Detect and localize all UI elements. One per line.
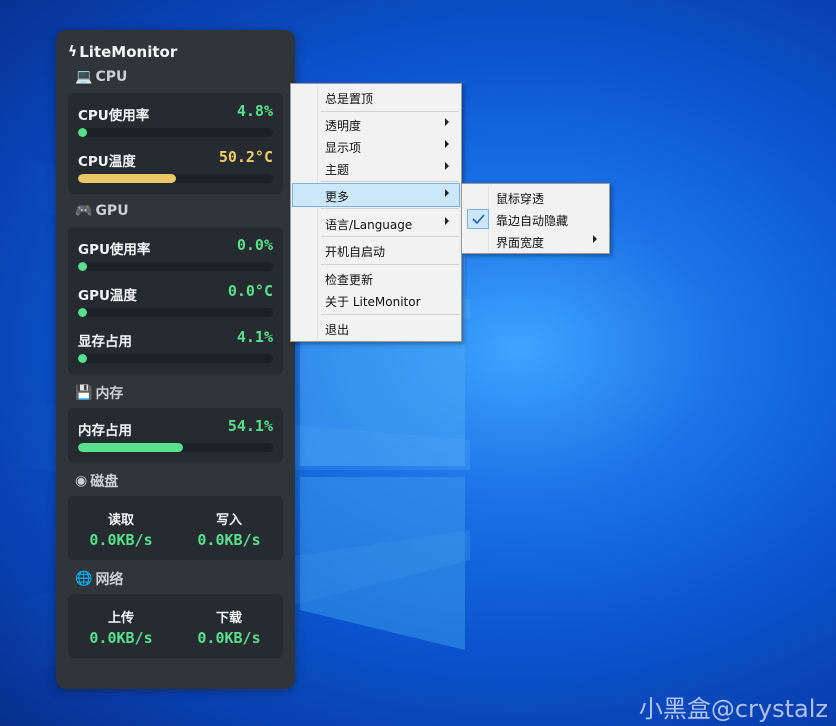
litemonitor-panel[interactable]: ϟ LiteMonitor 💻 CPU CPU使用率 4.8% CPU温度 50…	[56, 30, 295, 689]
network-upload-value: 0.0KB/s	[89, 629, 153, 647]
app-title: ϟ LiteMonitor	[68, 43, 177, 61]
submenu-more: 鼠标穿透 靠边自动隐藏 界面宽度	[461, 183, 610, 254]
submenu-arrow-icon	[445, 140, 449, 148]
menu-item-ui-width[interactable]: 界面宽度	[464, 230, 607, 252]
cpu-temp-label: CPU温度	[78, 154, 136, 170]
menu-item-opacity[interactable]: 透明度	[293, 113, 459, 135]
gpu-usage-label: GPU使用率	[78, 242, 151, 258]
cpu-temp-bar-fill	[78, 174, 176, 183]
section-network-label: 网络	[95, 572, 124, 588]
context-menu: 总是置顶 透明度 显示项 主题 更多 语言/Language 开机自启动 检查更…	[290, 83, 462, 342]
network-download-label: 下载	[215, 611, 242, 626]
gpu-usage-bar	[78, 262, 273, 271]
menu-item-label: 开机自启动	[325, 245, 386, 259]
menu-item-label: 总是置顶	[325, 92, 374, 106]
cpu-usage-value: 4.8%	[236, 102, 273, 120]
menu-item-about[interactable]: 关于 LiteMonitor	[293, 289, 459, 311]
menu-item-exit[interactable]: 退出	[293, 317, 459, 339]
submenu-arrow-icon	[445, 118, 449, 126]
menu-separator	[321, 264, 459, 265]
memory-card: 内存占用 54.1%	[68, 408, 283, 463]
section-cpu: 💻 CPU	[75, 69, 127, 85]
cpu-usage-bar-fill	[78, 128, 88, 137]
gpu-temp-bar	[78, 308, 273, 317]
cpu-usage-bar	[78, 128, 273, 137]
disk-icon: ◉	[75, 473, 88, 489]
menu-item-label: 退出	[325, 323, 350, 337]
vram-usage-value: 4.1%	[236, 328, 273, 346]
menu-item-label: 界面宽度	[496, 236, 545, 250]
submenu-arrow-icon	[593, 235, 597, 243]
globe-icon: 🌐	[75, 571, 93, 587]
gpu-usage-bar-fill	[78, 262, 87, 271]
menu-item-label: 显示项	[325, 141, 362, 155]
gpu-card: GPU使用率 0.0% GPU温度 0.0°C 显存占用 4.1%	[68, 227, 283, 375]
section-gpu-label: GPU	[95, 203, 129, 219]
disk-write-label: 写入	[215, 513, 242, 528]
gpu-temp-bar-fill	[78, 308, 87, 317]
menu-item-more[interactable]: 更多	[292, 183, 460, 207]
gpu-temp-value: 0.0°C	[227, 282, 273, 300]
menu-item-check-update[interactable]: 检查更新	[293, 267, 459, 289]
vram-usage-label: 显存占用	[78, 334, 132, 350]
menu-item-label: 透明度	[325, 119, 362, 133]
menu-separator	[321, 208, 459, 209]
menu-separator	[321, 181, 459, 182]
submenu-arrow-icon	[445, 189, 449, 197]
menu-item-auto-hide-edge[interactable]: 靠边自动隐藏	[464, 208, 607, 230]
network-upload-label: 上传	[107, 611, 134, 626]
submenu-arrow-icon	[445, 162, 449, 170]
section-network: 🌐 网络	[75, 569, 123, 589]
menu-item-label: 关于 LiteMonitor	[325, 295, 421, 309]
memory-usage-bar-fill	[78, 443, 184, 452]
section-memory: 💾 内存	[75, 383, 123, 403]
section-disk-label: 磁盘	[90, 474, 119, 490]
vram-usage-bar	[78, 354, 273, 363]
cpu-usage-label: CPU使用率	[78, 108, 150, 124]
network-card: 上传 0.0KB/s 下载 0.0KB/s	[68, 594, 283, 658]
menu-item-label: 更多	[325, 190, 350, 204]
menu-item-label: 检查更新	[325, 273, 374, 287]
app-title-text: LiteMonitor	[79, 43, 178, 61]
memory-usage-bar	[78, 443, 273, 452]
menu-item-label: 语言/Language	[325, 218, 413, 232]
watermark: 小黑盒@crystalz	[638, 695, 828, 723]
menu-separator	[321, 314, 459, 315]
cpu-card: CPU使用率 4.8% CPU温度 50.2°C	[68, 93, 283, 194]
menu-item-display-items[interactable]: 显示项	[293, 135, 459, 157]
vram-usage-bar-fill	[78, 354, 87, 363]
network-download-value: 0.0KB/s	[197, 629, 261, 647]
gamepad-icon: 🎮	[75, 203, 93, 219]
menu-item-label: 鼠标穿透	[496, 192, 545, 206]
menu-item-autostart[interactable]: 开机自启动	[293, 239, 459, 261]
disk-read-value: 0.0KB/s	[89, 531, 153, 549]
menu-item-click-through[interactable]: 鼠标穿透	[464, 186, 607, 208]
menu-separator	[321, 111, 459, 112]
lightning-icon: ϟ	[68, 44, 78, 60]
disk-write-value: 0.0KB/s	[197, 531, 261, 549]
disk-read-label: 读取	[107, 513, 134, 528]
checkmark-icon	[467, 209, 489, 229]
submenu-arrow-icon	[445, 217, 449, 225]
menu-item-label: 主题	[325, 163, 350, 177]
gpu-temp-label: GPU温度	[78, 288, 137, 304]
menu-item-theme[interactable]: 主题	[293, 157, 459, 179]
section-memory-label: 内存	[95, 386, 124, 402]
disk-card: 读取 0.0KB/s 写入 0.0KB/s	[68, 496, 283, 560]
section-gpu: 🎮 GPU	[75, 203, 129, 219]
menu-item-always-on-top[interactable]: 总是置顶	[293, 86, 459, 108]
cpu-temp-bar	[78, 174, 273, 183]
menu-separator	[321, 236, 459, 237]
gpu-usage-value: 0.0%	[236, 236, 273, 254]
memory-usage-label: 内存占用	[78, 423, 132, 439]
menu-item-label: 靠边自动隐藏	[496, 214, 569, 228]
section-disk: ◉ 磁盘	[75, 471, 118, 491]
menu-item-language[interactable]: 语言/Language	[293, 212, 459, 234]
cpu-temp-value: 50.2°C	[218, 148, 273, 166]
memory-usage-value: 54.1%	[227, 417, 273, 435]
laptop-icon: 💻	[75, 69, 93, 85]
floppy-disk-icon: 💾	[75, 385, 93, 401]
section-cpu-label: CPU	[95, 69, 128, 85]
